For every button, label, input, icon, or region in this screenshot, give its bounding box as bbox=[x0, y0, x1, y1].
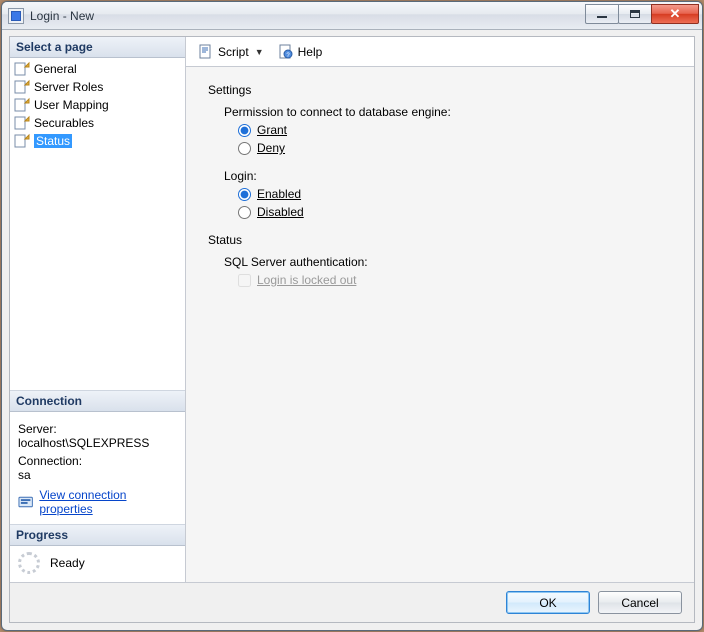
window-controls: ✕ bbox=[585, 5, 699, 27]
permission-label: Permission to connect to database engine… bbox=[224, 105, 676, 119]
page-list: General Server Roles User Mapping bbox=[10, 58, 185, 152]
radio-enabled-input[interactable] bbox=[238, 188, 251, 201]
script-button[interactable]: Script ▼ bbox=[194, 42, 268, 62]
server-label: Server: bbox=[18, 422, 177, 436]
connection-label: Connection: bbox=[18, 454, 177, 468]
button-bar: OK Cancel bbox=[10, 582, 694, 622]
window-title: Login - New bbox=[30, 9, 94, 23]
titlebar[interactable]: Login - New ✕ bbox=[2, 2, 702, 30]
sidebar-item-general[interactable]: General bbox=[10, 60, 185, 78]
ok-button[interactable]: OK bbox=[506, 591, 590, 614]
sidebar: Select a page General Server Roles bbox=[10, 37, 186, 582]
sidebar-item-server-roles[interactable]: Server Roles bbox=[10, 78, 185, 96]
login-label: Login: bbox=[224, 169, 676, 183]
app-icon bbox=[8, 8, 24, 24]
dialog-window: Login - New ✕ Select a page General bbox=[1, 1, 703, 631]
status-header: Status bbox=[208, 233, 676, 247]
radio-enabled-label: Enabled bbox=[257, 187, 301, 201]
settings-header: Settings bbox=[208, 83, 676, 97]
progress-spinner-icon bbox=[18, 552, 40, 574]
maximize-button[interactable] bbox=[618, 4, 652, 24]
help-label: Help bbox=[298, 45, 323, 59]
sidebar-item-label: Server Roles bbox=[34, 80, 103, 94]
close-button[interactable]: ✕ bbox=[651, 4, 699, 24]
checkbox-locked-out: Login is locked out bbox=[238, 273, 676, 287]
radio-disabled-label: Disabled bbox=[257, 205, 304, 219]
sidebar-item-label: General bbox=[34, 62, 77, 76]
main-pane: Settings Permission to connect to databa… bbox=[186, 67, 694, 582]
script-label: Script bbox=[218, 45, 249, 59]
view-connection-properties-link[interactable]: View connection properties bbox=[39, 488, 177, 516]
sidebar-item-label: Status bbox=[34, 134, 72, 148]
progress-status: Ready bbox=[50, 556, 85, 570]
checkbox-locked-out-input bbox=[238, 274, 251, 287]
server-value: localhost\SQLEXPRESS bbox=[18, 436, 177, 450]
radio-disabled-input[interactable] bbox=[238, 206, 251, 219]
radio-grant-label: Grant bbox=[257, 123, 287, 137]
page-icon bbox=[14, 79, 30, 95]
chevron-down-icon: ▼ bbox=[255, 47, 264, 57]
cancel-button[interactable]: Cancel bbox=[598, 591, 682, 614]
radio-disabled[interactable]: Disabled bbox=[238, 205, 676, 219]
page-icon bbox=[14, 61, 30, 77]
radio-grant-input[interactable] bbox=[238, 124, 251, 137]
connection-panel: Server: localhost\SQLEXPRESS Connection:… bbox=[10, 412, 185, 524]
client-area: Select a page General Server Roles bbox=[9, 36, 695, 623]
radio-enabled[interactable]: Enabled bbox=[238, 187, 676, 201]
checkbox-locked-out-label: Login is locked out bbox=[257, 273, 356, 287]
minimize-button[interactable] bbox=[585, 4, 619, 24]
sidebar-item-label: Securables bbox=[34, 116, 94, 130]
connection-properties-icon bbox=[18, 494, 33, 510]
radio-deny[interactable]: Deny bbox=[238, 141, 676, 155]
connection-header: Connection bbox=[10, 390, 185, 412]
page-icon bbox=[14, 115, 30, 131]
radio-deny-label: Deny bbox=[257, 141, 285, 155]
help-icon: ? bbox=[278, 44, 294, 60]
radio-grant[interactable]: Grant bbox=[238, 123, 676, 137]
sidebar-item-status[interactable]: Status bbox=[10, 132, 185, 150]
sql-auth-label: SQL Server authentication: bbox=[224, 255, 676, 269]
select-page-header: Select a page bbox=[10, 37, 185, 58]
sidebar-item-user-mapping[interactable]: User Mapping bbox=[10, 96, 185, 114]
page-icon bbox=[14, 133, 30, 149]
sidebar-item-label: User Mapping bbox=[34, 98, 109, 112]
script-icon bbox=[198, 44, 214, 60]
sidebar-item-securables[interactable]: Securables bbox=[10, 114, 185, 132]
help-button[interactable]: ? Help bbox=[274, 42, 327, 62]
progress-header: Progress bbox=[10, 524, 185, 546]
page-icon bbox=[14, 97, 30, 113]
connection-value: sa bbox=[18, 468, 177, 482]
radio-deny-input[interactable] bbox=[238, 142, 251, 155]
progress-panel: Ready bbox=[10, 546, 185, 582]
content-area: Script ▼ ? Help Settings Permission to c… bbox=[186, 37, 694, 582]
toolbar: Script ▼ ? Help bbox=[186, 37, 694, 67]
